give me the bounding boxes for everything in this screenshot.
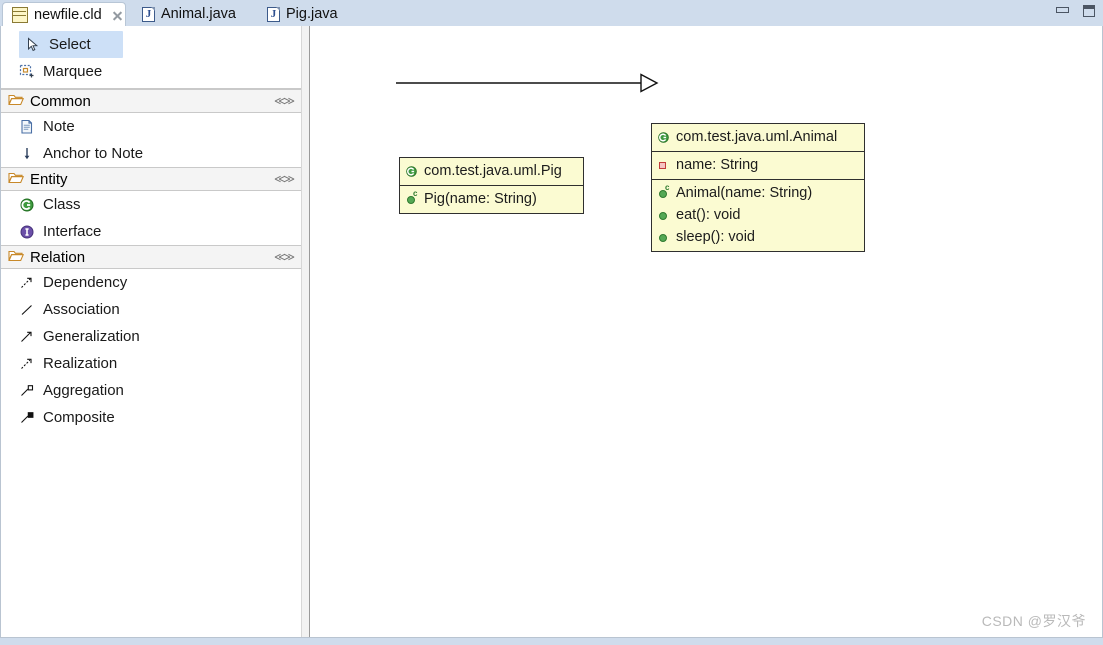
class-name: com.test.java.uml.Animal bbox=[676, 128, 838, 145]
solid-open-arrow-icon bbox=[19, 329, 35, 345]
palette-group-label: Relation bbox=[30, 248, 86, 266]
palette-panel: Select Marquee Common ≪≫ Note Anchor to … bbox=[1, 26, 301, 637]
uml-class-pig[interactable]: com.test.java.uml.Pig Pig(name: String) bbox=[399, 157, 584, 214]
palette-item-label: Interface bbox=[43, 223, 102, 240]
class-green-icon bbox=[657, 131, 670, 144]
palette-item-label: Anchor to Note bbox=[43, 145, 144, 162]
private-field-icon bbox=[657, 159, 670, 172]
window-controls bbox=[1055, 3, 1097, 19]
java-file-icon bbox=[142, 6, 155, 22]
palette-tool-label: Select bbox=[49, 36, 91, 53]
class-diagram-icon bbox=[12, 7, 28, 23]
palette-item-anchor-to-note[interactable]: Anchor to Note bbox=[1, 140, 301, 167]
anchor-arrow-icon bbox=[19, 146, 35, 162]
palette-item-label: Composite bbox=[43, 409, 115, 426]
uml-class-animal[interactable]: com.test.java.uml.Animal name: String An… bbox=[651, 123, 865, 252]
palette-item-association[interactable]: Association bbox=[1, 296, 301, 323]
method-icon bbox=[657, 209, 670, 222]
palette-group-common[interactable]: Common ≪≫ bbox=[1, 89, 301, 113]
editor-tab-bar: newfile.cld Animal.java Pig.java bbox=[0, 0, 1103, 27]
palette-tool-select[interactable]: Select bbox=[19, 31, 123, 58]
operation-row[interactable]: Pig(name: String) bbox=[405, 188, 577, 210]
double-chevron-icon[interactable]: ≪≫ bbox=[274, 251, 295, 264]
palette-group-label: Entity bbox=[30, 170, 68, 188]
dashed-hollow-arrow-icon bbox=[19, 356, 35, 372]
palette-item-interface[interactable]: Interface bbox=[1, 218, 301, 245]
double-chevron-icon[interactable]: ≪≫ bbox=[274, 173, 295, 186]
plain-line-icon bbox=[19, 302, 35, 318]
open-folder-icon bbox=[8, 249, 24, 265]
operation-label: Pig(name: String) bbox=[424, 190, 537, 207]
operation-row[interactable]: sleep(): void bbox=[657, 226, 858, 248]
tab-animal-java[interactable]: Animal.java bbox=[133, 2, 244, 26]
double-chevron-icon[interactable]: ≪≫ bbox=[274, 95, 295, 108]
minimize-icon[interactable] bbox=[1055, 3, 1071, 19]
operation-label: Animal(name: String) bbox=[676, 184, 813, 201]
tab-label: newfile.cld bbox=[34, 6, 102, 23]
tab-newfile-cld[interactable]: newfile.cld bbox=[2, 2, 126, 27]
palette-item-generalization[interactable]: Generalization bbox=[1, 323, 301, 350]
palette-item-label: Class bbox=[43, 196, 81, 213]
palette-group-entity[interactable]: Entity ≪≫ bbox=[1, 167, 301, 191]
operation-row[interactable]: eat(): void bbox=[657, 204, 858, 226]
operation-label: eat(): void bbox=[676, 206, 741, 223]
filled-diamond-icon bbox=[19, 410, 35, 426]
operations-compartment: Pig(name: String) bbox=[400, 185, 583, 213]
palette-item-realization[interactable]: Realization bbox=[1, 350, 301, 377]
palette-item-note[interactable]: Note bbox=[1, 113, 301, 140]
attributes-compartment: name: String bbox=[652, 151, 864, 179]
palette-item-label: Generalization bbox=[43, 328, 140, 345]
palette-item-class[interactable]: Class bbox=[1, 191, 301, 218]
operations-compartment: Animal(name: String) eat(): void sleep()… bbox=[652, 179, 864, 251]
diagram-editor: Select Marquee Common ≪≫ Note Anchor to … bbox=[0, 26, 1103, 638]
cursor-arrow-icon bbox=[25, 36, 41, 53]
close-icon[interactable] bbox=[112, 10, 123, 21]
palette-item-composite[interactable]: Composite bbox=[1, 404, 301, 431]
class-name-compartment: com.test.java.uml.Pig bbox=[400, 158, 583, 185]
class-name: com.test.java.uml.Pig bbox=[424, 162, 562, 179]
palette-tool-marquee[interactable]: Marquee bbox=[1, 58, 301, 85]
dashed-open-arrow-icon bbox=[19, 275, 35, 291]
class-green-icon bbox=[405, 165, 418, 178]
operation-label: sleep(): void bbox=[676, 228, 755, 245]
palette-group-relation[interactable]: Relation ≪≫ bbox=[1, 245, 301, 269]
hollow-diamond-icon bbox=[19, 383, 35, 399]
palette-item-label: Aggregation bbox=[43, 382, 124, 399]
constructor-icon bbox=[405, 190, 418, 206]
palette-item-dependency[interactable]: Dependency bbox=[1, 269, 301, 296]
watermark: CSDN @罗汉爷 bbox=[981, 613, 1086, 629]
palette-item-label: Association bbox=[43, 301, 120, 318]
eclipse-editor-window: newfile.cld Animal.java Pig.java bbox=[0, 0, 1103, 645]
constructor-icon bbox=[657, 184, 670, 200]
palette-item-label: Dependency bbox=[43, 274, 128, 291]
method-icon bbox=[657, 231, 670, 244]
class-name-compartment: com.test.java.uml.Animal bbox=[652, 124, 864, 151]
maximize-icon[interactable] bbox=[1081, 3, 1097, 19]
operation-row[interactable]: Animal(name: String) bbox=[657, 182, 858, 204]
diagram-canvas[interactable]: com.test.java.uml.Pig Pig(name: String) bbox=[310, 26, 1102, 637]
palette-splitter[interactable] bbox=[301, 26, 310, 637]
palette-item-label: Realization bbox=[43, 355, 118, 372]
tab-label: Pig.java bbox=[286, 5, 338, 22]
attribute-label: name: String bbox=[676, 156, 759, 173]
attribute-row[interactable]: name: String bbox=[657, 154, 858, 176]
tab-label: Animal.java bbox=[161, 5, 236, 22]
marquee-select-icon bbox=[19, 64, 35, 80]
palette-item-aggregation[interactable]: Aggregation bbox=[1, 377, 301, 404]
open-folder-icon bbox=[8, 93, 24, 109]
class-green-icon bbox=[19, 197, 35, 213]
interface-purple-icon bbox=[19, 224, 35, 240]
palette-item-label: Note bbox=[43, 118, 75, 135]
palette-group-label: Common bbox=[30, 92, 91, 110]
java-file-icon bbox=[267, 6, 280, 22]
open-folder-icon bbox=[8, 171, 24, 187]
tab-pig-java[interactable]: Pig.java bbox=[258, 2, 346, 26]
palette-tool-label: Marquee bbox=[43, 63, 103, 80]
note-document-icon bbox=[19, 119, 35, 135]
